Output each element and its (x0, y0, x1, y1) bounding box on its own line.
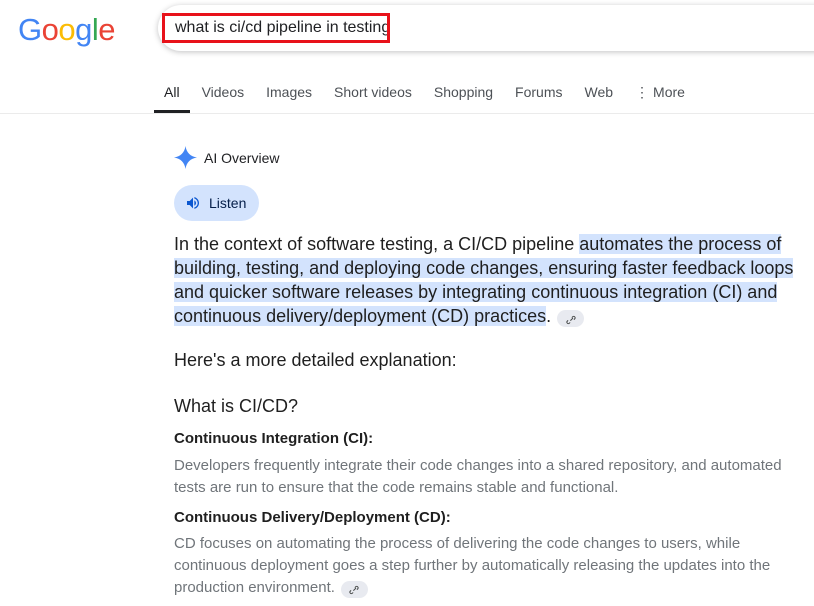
term-cd: Continuous Delivery/Deployment (CD): (174, 509, 451, 526)
link-icon (349, 585, 360, 595)
search-box[interactable] (158, 5, 814, 51)
listen-button[interactable]: Listen (174, 185, 259, 221)
section-heading: What is CI/CD? (174, 396, 299, 416)
tab-forums[interactable]: Forums (515, 72, 562, 113)
search-tabs: All Videos Images Short videos Shopping … (154, 72, 707, 113)
answer-end: . (546, 306, 552, 326)
detailed-intro: Here's a more detailed explanation: (174, 350, 457, 370)
tab-more-label: More (653, 84, 685, 100)
link-icon (566, 315, 576, 325)
search-results-page: Google All Videos Images Short videos Sh… (0, 0, 814, 606)
desc-cd: CD focuses on automating the process of … (174, 533, 804, 599)
listen-label: Listen (209, 195, 247, 211)
tab-videos[interactable]: Videos (202, 72, 245, 113)
speaker-icon (187, 197, 199, 209)
search-input[interactable] (162, 13, 390, 43)
more-vert-icon: ⋮ (635, 84, 650, 100)
tab-more[interactable]: ⋮ More (635, 72, 685, 113)
google-logo[interactable]: Google (18, 12, 116, 48)
tab-shopping[interactable]: Shopping (434, 72, 493, 113)
ai-answer-paragraph: In the context of software testing, a CI… (174, 232, 804, 328)
desc-ci: Developers frequently integrate their co… (174, 457, 782, 496)
tab-all[interactable]: All (154, 72, 190, 113)
tab-web[interactable]: Web (585, 72, 614, 113)
source-link-chip-2[interactable] (340, 581, 368, 598)
sparkle-icon (174, 146, 197, 169)
tab-images[interactable]: Images (266, 72, 312, 113)
tab-short-videos[interactable]: Short videos (334, 72, 412, 113)
ai-overview-title: AI Overview (204, 149, 280, 166)
term-ci: Continuous Integration (CI): (174, 430, 374, 447)
ai-overview-header: AI Overview (174, 146, 279, 169)
source-link-chip[interactable] (557, 310, 585, 327)
tabs-divider (0, 113, 814, 114)
desc-cd-text: CD focuses on automating the process of … (174, 535, 771, 596)
answer-text: In the context of software testing, a CI… (174, 234, 580, 254)
